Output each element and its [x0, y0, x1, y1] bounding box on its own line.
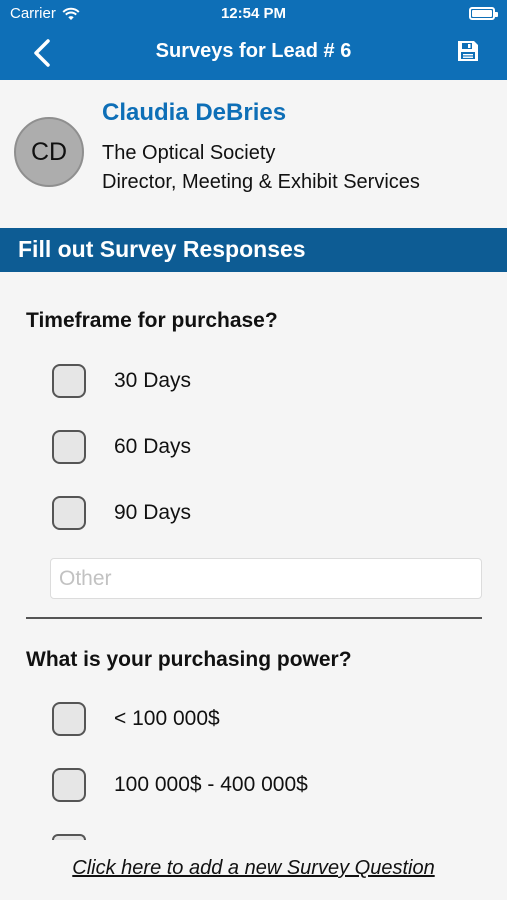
- status-time: 12:54 PM: [220, 5, 287, 22]
- section-header: Fill out Survey Responses: [0, 228, 507, 272]
- option-100k-400k[interactable]: 100 000$ - 400 000$: [52, 768, 472, 804]
- option-30-days[interactable]: 30 Days: [52, 364, 472, 400]
- save-floppy-icon[interactable]: [457, 40, 479, 62]
- checkbox[interactable]: [52, 496, 86, 530]
- option-label: 100 000$ - 400 000$: [114, 773, 308, 796]
- status-bar: Carrier 12:54 PM: [0, 0, 507, 28]
- other-input[interactable]: [50, 558, 482, 599]
- avatar: CD: [14, 117, 84, 187]
- checkbox[interactable]: [52, 364, 86, 398]
- option-label: 60 Days: [114, 435, 192, 458]
- add-survey-question-link[interactable]: Click here to add a new Survey Question: [0, 857, 507, 880]
- option-label: 30 Days: [114, 369, 192, 392]
- option-90-days[interactable]: 90 Days: [52, 496, 472, 532]
- contact-card: CD Claudia DeBries The Optical Society D…: [0, 80, 507, 228]
- option-label: < 100 000$: [114, 707, 220, 730]
- checkbox[interactable]: [52, 430, 86, 464]
- top-bar: Carrier 12:54 PM Surveys for Lead # 6: [0, 0, 507, 80]
- contact-organization: The Optical Society: [102, 142, 276, 164]
- page-title: Surveys for Lead # 6: [155, 40, 352, 62]
- question-timeframe: Timeframe for purchase?: [26, 309, 278, 332]
- option-under-100k[interactable]: < 100 000$: [52, 702, 472, 738]
- footer: Click here to add a new Survey Question: [0, 840, 507, 900]
- battery-icon: [469, 7, 498, 20]
- navigation-bar: Surveys for Lead # 6: [0, 30, 507, 76]
- question-divider: [26, 617, 482, 619]
- checkbox[interactable]: [52, 702, 86, 736]
- question-purchasing-power: What is your purchasing power?: [26, 648, 352, 671]
- contact-role: Director, Meeting & Exhibit Services: [102, 171, 420, 193]
- option-label: 90 Days: [114, 501, 192, 524]
- checkbox[interactable]: [52, 768, 86, 802]
- option-60-days[interactable]: 60 Days: [52, 430, 472, 466]
- contact-name: Claudia DeBries: [102, 99, 287, 126]
